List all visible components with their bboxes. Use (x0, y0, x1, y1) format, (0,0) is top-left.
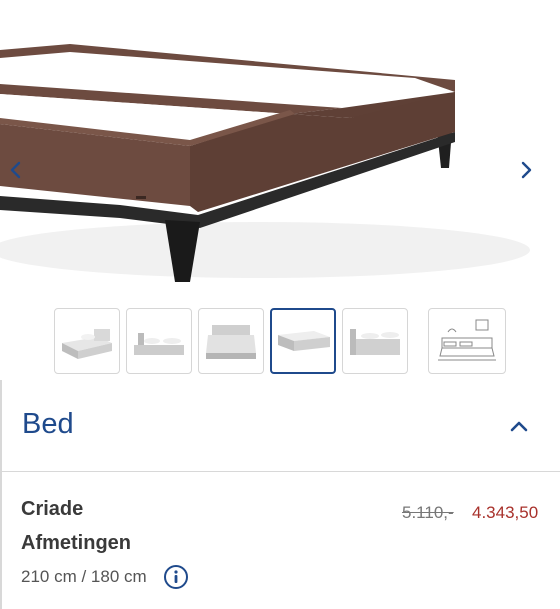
room-sketch-thumbnail-icon (438, 319, 496, 361)
gallery-thumbnail-2[interactable] (126, 308, 192, 374)
product-name: Criade (21, 498, 84, 520)
bed-thumbnail-icon (134, 333, 184, 355)
bed-thumbnail-icon (350, 329, 400, 355)
chevron-up-icon[interactable] (506, 414, 532, 440)
gallery-next-button[interactable] (516, 160, 552, 196)
gallery-thumbnail-1[interactable] (54, 308, 120, 374)
dimensions-label: Afmetingen (21, 532, 131, 554)
info-icon[interactable] (163, 564, 189, 590)
gallery-thumbnail-6[interactable] (428, 308, 506, 374)
section-title: Bed (22, 408, 74, 440)
bed-thumbnail-icon (278, 331, 330, 351)
gallery-prev-button[interactable] (6, 160, 42, 196)
gallery-thumbnail-4[interactable] (270, 308, 336, 374)
dimensions-value: 210 cm / 180 cm (21, 567, 147, 586)
bed-thumbnail-icon (62, 329, 112, 359)
original-price: 5.110,- (402, 503, 454, 522)
bed-thumbnail-icon (206, 325, 256, 359)
chevron-left-icon (10, 161, 21, 179)
gallery-thumbnails (0, 306, 560, 376)
gallery-thumbnail-5[interactable] (342, 308, 408, 374)
bed-frame-illustration (0, 44, 530, 282)
accordion-header-bed[interactable]: Bed (0, 380, 560, 472)
gallery-thumbnail-3[interactable] (198, 308, 264, 374)
sale-price: 4.343,50 (472, 503, 539, 522)
chevron-right-icon (521, 161, 532, 179)
product-image (0, 0, 560, 300)
